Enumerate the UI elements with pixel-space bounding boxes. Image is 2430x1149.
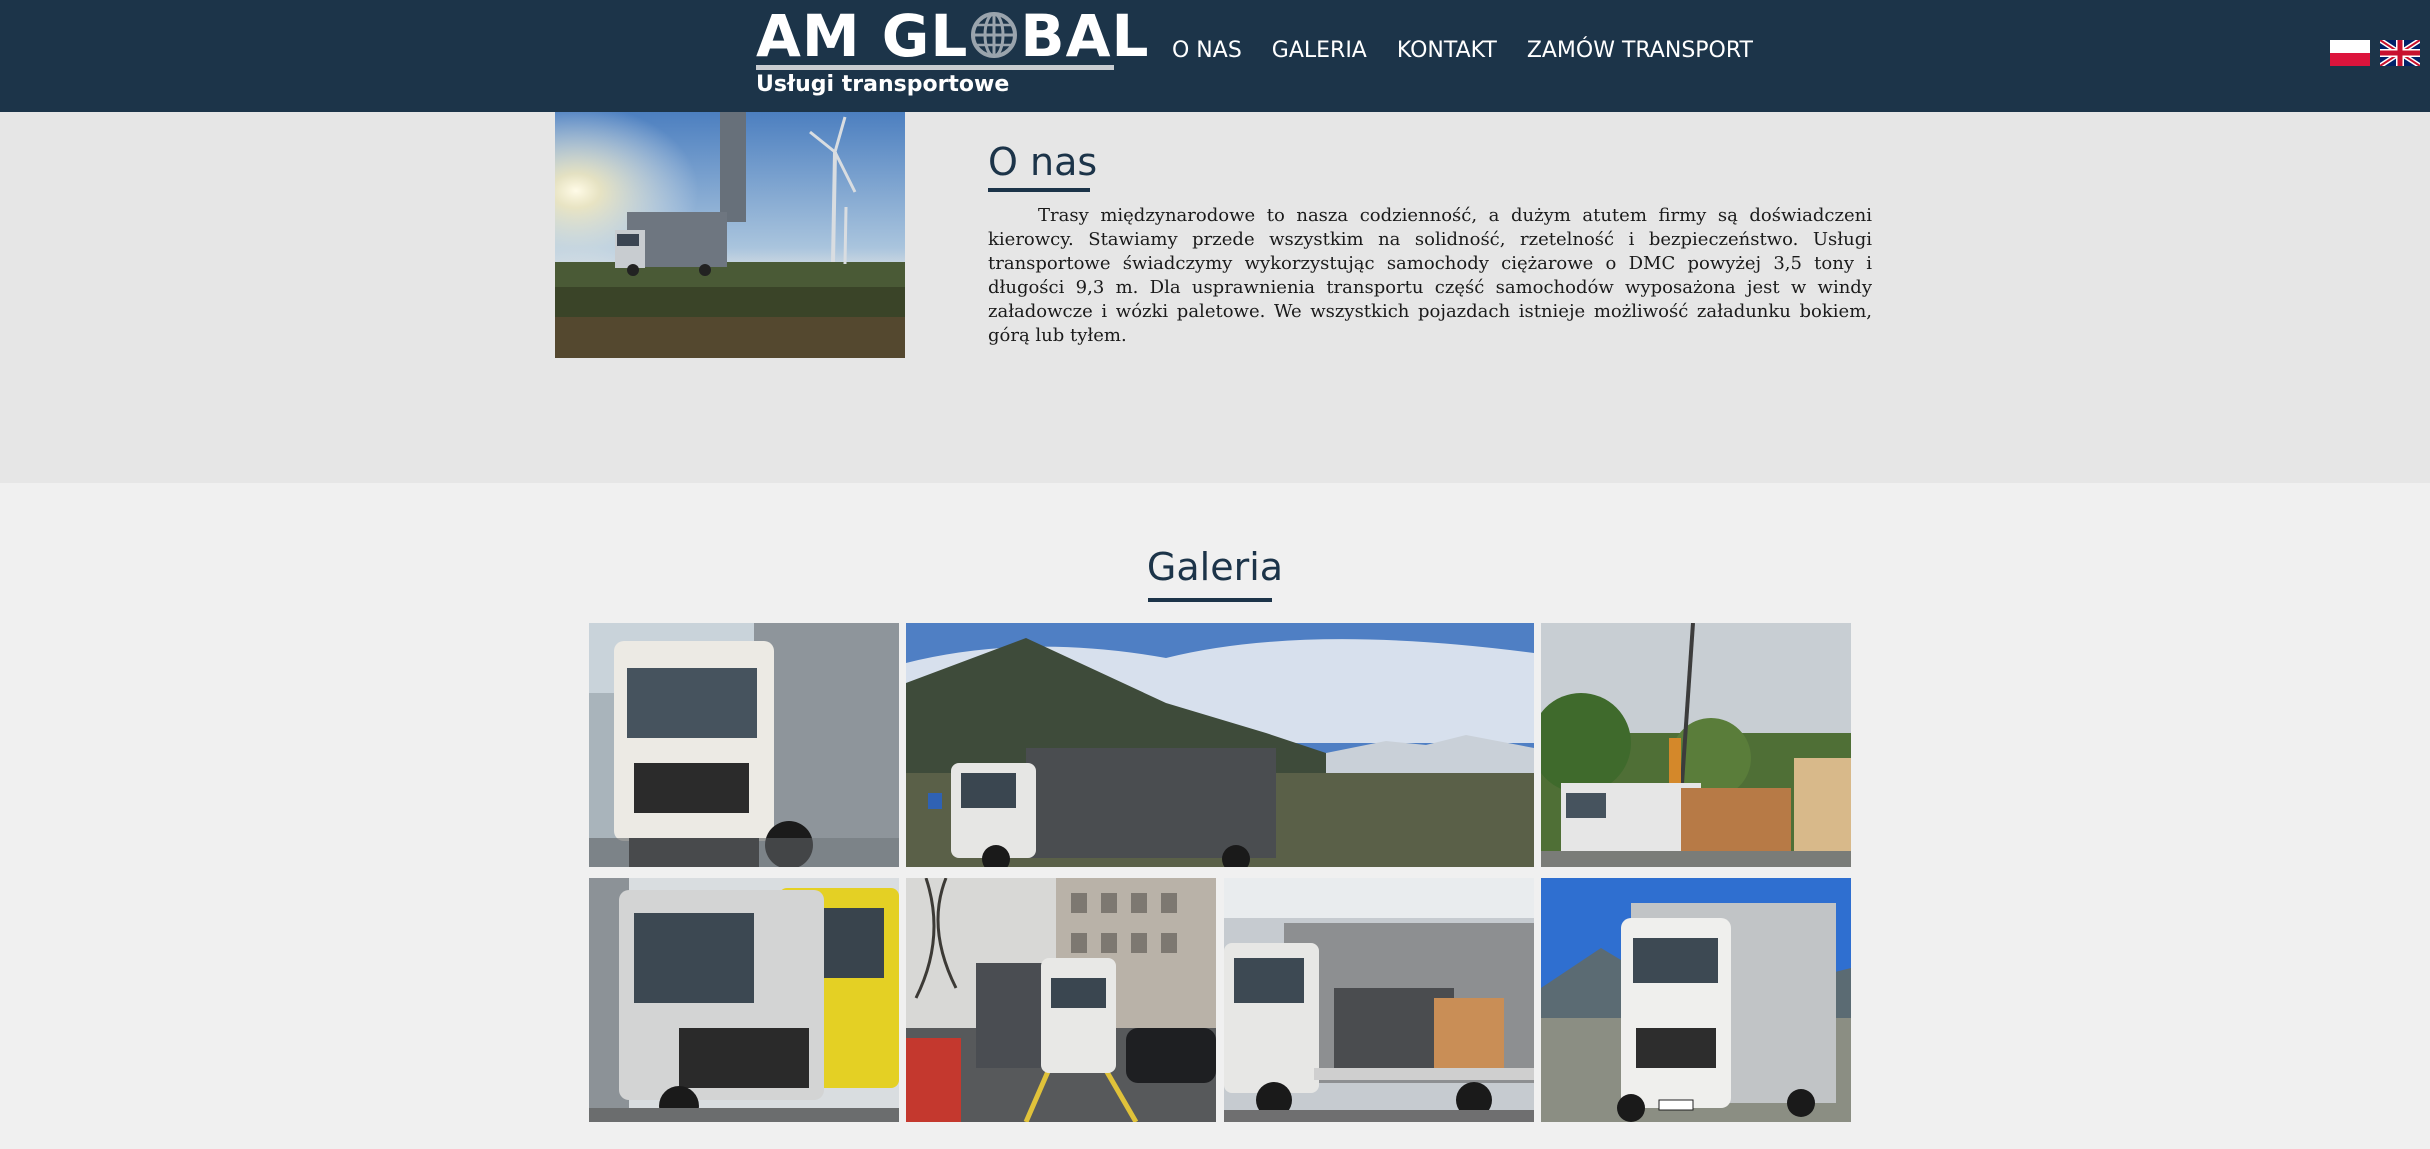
polish-flag-icon[interactable]	[2330, 40, 2370, 66]
truck-mountain-road-photo[interactable]	[1541, 878, 1851, 1122]
nav-item-kontakt[interactable]: KONTAKT	[1397, 34, 1497, 68]
trucks-parked-photo[interactable]	[589, 878, 899, 1122]
white-truck-front-photo[interactable]	[589, 623, 899, 867]
nav-item-zamow-transport[interactable]: ZAMÓW TRANSPORT	[1527, 34, 1753, 68]
gallery-title-underline	[1148, 598, 1272, 602]
logo[interactable]: AM GL BAL Usługi transportowe	[756, 4, 1148, 102]
globe-icon	[971, 12, 1018, 58]
about-title: O nas	[988, 140, 1098, 184]
about-section: O nas Trasy międzynarodowe to nasza codz…	[0, 112, 2430, 483]
uk-flag-icon[interactable]	[2380, 40, 2420, 66]
truck-mountains-photo[interactable]	[906, 623, 1534, 867]
truck-crane-photo[interactable]	[1541, 623, 1851, 867]
main-nav: O NAS GALERIA KONTAKT ZAMÓW TRANSPORT	[1172, 34, 1753, 68]
nav-item-o-nas[interactable]: O NAS	[1172, 34, 1242, 68]
truck-wind-turbines-photo	[555, 112, 905, 358]
nav-item-galeria[interactable]: GALERIA	[1272, 34, 1367, 68]
logo-subtitle: Usługi transportowe	[756, 72, 1010, 97]
about-title-underline	[988, 188, 1090, 192]
logo-title: AM GL BAL	[756, 2, 1150, 70]
truck-loaded-crates-photo[interactable]	[1224, 878, 1534, 1122]
about-description: Trasy międzynarodowe to nasza codziennoś…	[988, 205, 1872, 346]
truck-city-street-photo[interactable]	[906, 878, 1216, 1122]
language-switcher	[2330, 40, 2420, 66]
site-header: AM GL BAL Usługi transportowe O NAS GALER…	[0, 0, 2430, 112]
gallery-title: Galeria	[1146, 545, 1284, 589]
